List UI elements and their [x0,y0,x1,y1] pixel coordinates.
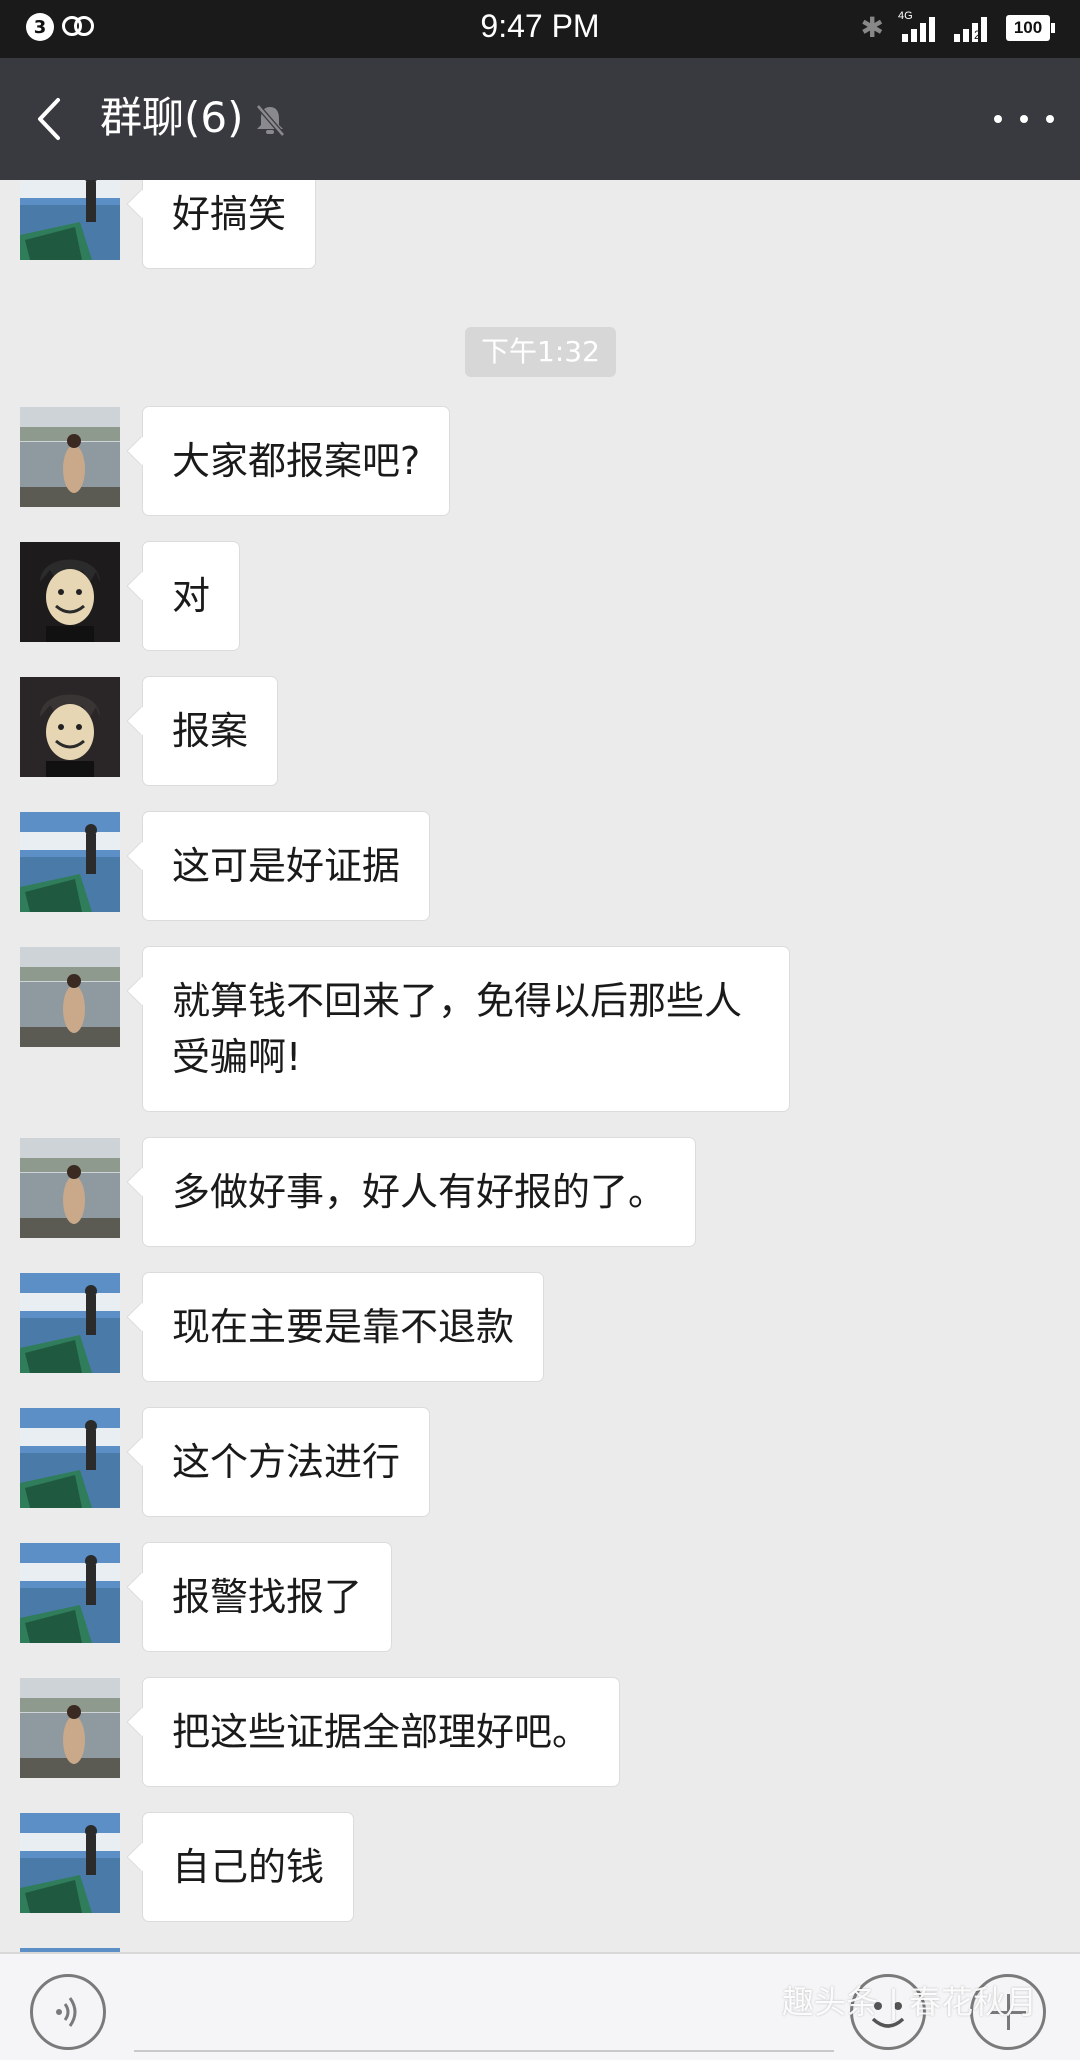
message-bubble[interactable]: 这个方法进行 [143,1408,430,1516]
status-indicators: ✱ 4G 2 100 [860,10,1055,44]
message-bubble[interactable]: 对 [143,542,240,650]
back-chevron-icon [38,98,60,140]
avatar-woman-by-lake[interactable] [20,947,120,1047]
message-bubble[interactable]: 报案 [143,677,278,785]
input-bar: 趣头条 | 春花秋月 [0,1952,1080,2060]
message-bubble[interactable]: 大家都报案吧? [143,407,450,515]
voice-icon [56,1997,77,2027]
message-bubble[interactable]: 自己的钱 [143,1813,354,1921]
message-bubble[interactable]: 报警找报了 [143,1543,392,1651]
muted-bell-icon [252,102,288,138]
chat-header: 群聊(6) [0,58,1080,180]
avatar-lake-boat[interactable] [20,180,120,260]
bluetooth-icon: ✱ [860,11,884,44]
avatar-mask-man[interactable] [20,677,120,777]
chat-title: 群聊(6) [100,93,244,142]
message-bubble[interactable]: 好搞笑 [143,180,316,268]
chat-screen: 3 9:47 PM ✱ 4G 2 100 群聊(6) 好搞笑 下午1:32 大家… [0,0,1080,2060]
message-bubble[interactable]: 把这些证据全部理好吧。 [143,1678,620,1786]
more-dots-icon [994,115,1002,123]
signal-4g-icon: 4G [898,10,938,42]
avatar-lake-boat[interactable] [20,1543,120,1643]
message-text-input[interactable] [134,1972,834,2052]
voice-input-button[interactable] [30,1974,106,2050]
message-bubble[interactable]: 多做好事，好人有好报的了。 [143,1138,696,1246]
signal-sim2-icon: 2 [952,14,992,42]
message-bubble[interactable]: 现在主要是靠不退款 [143,1273,544,1381]
message-line: 就算钱不回来了，免得以后那些人 [172,979,743,1023]
timestamp-divider: 下午1:32 [465,327,616,377]
avatar-lake-boat[interactable] [20,1813,120,1913]
more-options-button[interactable] [994,102,1054,136]
message-bubble[interactable]: 就算钱不回来了，免得以后那些人 受骗啊! [143,947,789,1111]
avatar-woman-by-lake[interactable] [20,407,120,507]
watermark-text: 趣头条 | 春花秋月 [782,1983,1038,2021]
avatar-mask-man[interactable] [20,542,120,642]
message-bubble[interactable]: 这可是好证据 [143,812,430,920]
message-list[interactable]: 好搞笑 下午1:32 大家都报案吧? 对 报案 这可是好证据 就算钱不回来了，免… [0,180,1080,1952]
avatar-woman-by-lake[interactable] [20,1138,120,1238]
back-button[interactable] [30,94,70,144]
status-bar: 3 9:47 PM ✱ 4G 2 100 [0,0,1080,58]
avatar-lake-boat[interactable] [20,812,120,912]
avatar-lake-boat[interactable] [20,1408,120,1508]
avatar-woman-by-lake[interactable] [20,1678,120,1778]
avatar-lake-boat[interactable] [20,1273,120,1373]
message-line: 受骗啊! [172,1035,302,1079]
battery-indicator: 100 [1006,15,1055,41]
